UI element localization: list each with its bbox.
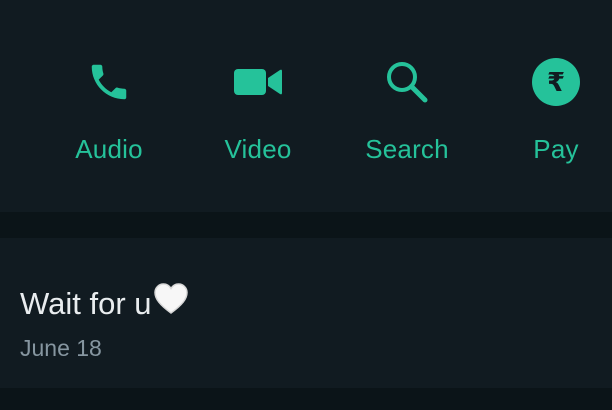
white-heart-icon [153,282,189,323]
search-icon [379,54,435,110]
about-section[interactable]: Wait for u June 18 [0,238,612,388]
search-label: Search [365,134,449,164]
rupee-symbol: ₹ [547,68,565,98]
section-divider [0,212,612,238]
video-label: Video [224,134,292,164]
about-status: Wait for u [20,283,189,323]
phone-icon [81,54,137,110]
pay-label: Pay [533,134,579,164]
video-camera-icon [230,54,286,110]
audio-label: Audio [75,134,143,164]
audio-call-button[interactable]: Audio [44,50,174,170]
rupee-icon: ₹ [528,54,584,110]
about-date: June 18 [20,335,102,361]
video-call-button[interactable]: Video [193,50,323,170]
search-button[interactable]: Search [342,50,472,170]
pay-button[interactable]: ₹ Pay [491,50,612,170]
about-status-text: Wait for u [20,286,152,321]
contact-action-bar: Audio Video Search ₹ Pay [0,0,612,212]
bottom-divider [0,388,612,410]
